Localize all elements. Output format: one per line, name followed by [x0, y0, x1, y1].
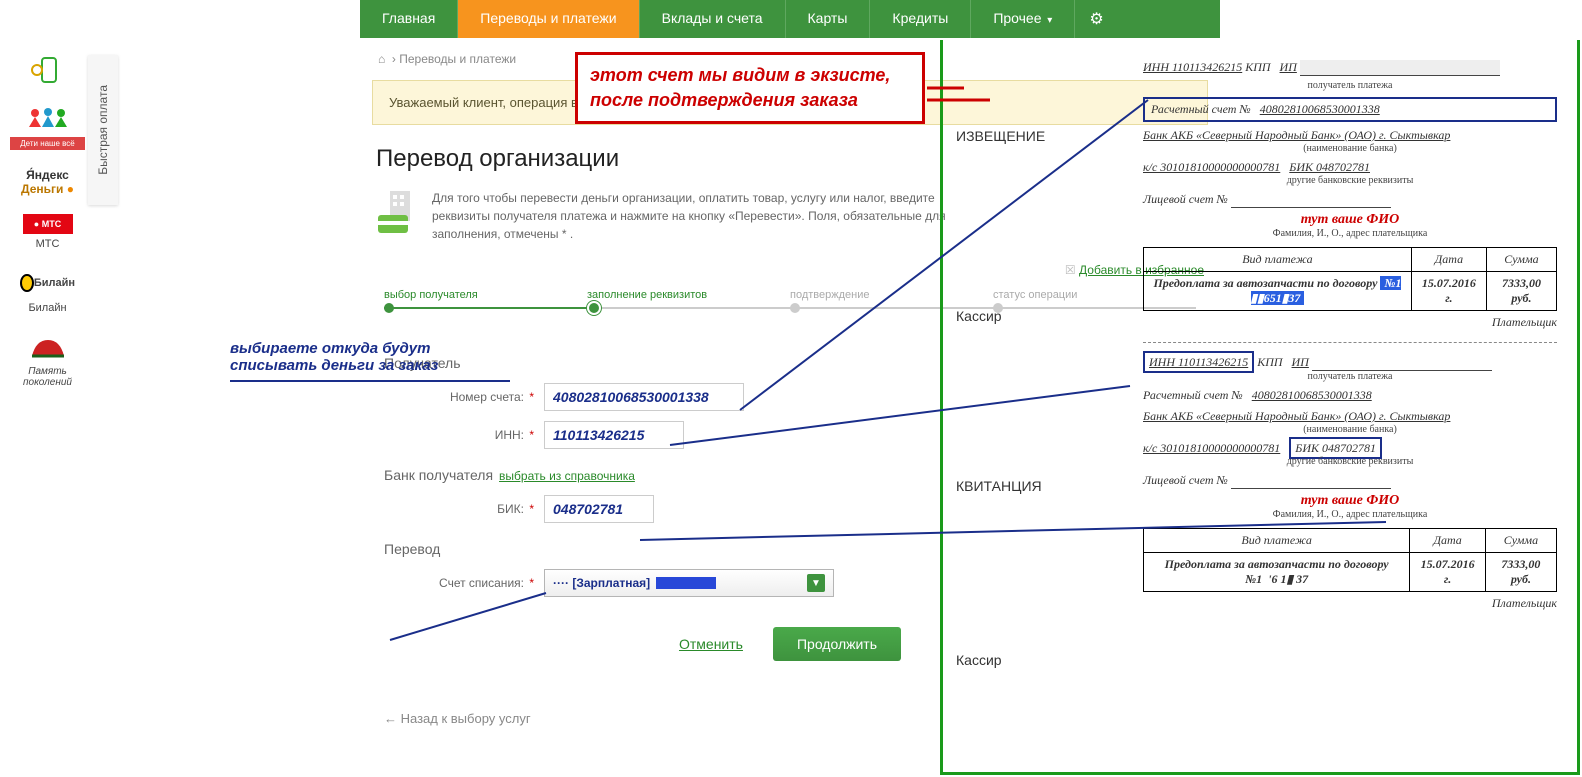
nav-credits[interactable]: Кредиты [870, 0, 971, 38]
receipt-table-1: Вид платежаДатаСумма Предоплата за автоз… [1143, 247, 1557, 311]
sidebar-yandex-money[interactable]: Я́ндексДеньги ● [10, 168, 85, 196]
sidebar-phone[interactable] [10, 55, 85, 85]
debit-label: Счет списания: * [384, 576, 544, 590]
building-card-icon [376, 189, 416, 233]
inn-input[interactable] [544, 421, 684, 449]
inn-label: ИНН: * [384, 428, 544, 442]
chevron-down-icon: ▾ [1045, 15, 1053, 26]
account-label: Номер счета: * [384, 390, 544, 404]
nav-main[interactable]: Главная [360, 0, 458, 38]
sidebar-family[interactable]: Дети наше всё [10, 103, 85, 150]
nav-transfers[interactable]: Переводы и платежи [458, 0, 639, 38]
nav-other[interactable]: Прочее ▾ [971, 0, 1075, 38]
nav-cards[interactable]: Карты [786, 0, 871, 38]
continue-button[interactable]: Продолжить [773, 627, 901, 661]
bik-input[interactable] [544, 495, 654, 523]
quick-pay-tab[interactable]: Быстрая оплата [88, 55, 118, 205]
bank-directory-link[interactable]: выбрать из справочника [499, 469, 635, 483]
sidebar-memory[interactable]: Памятьпоколений [10, 332, 85, 388]
breadcrumb-home[interactable]: ⌂ [378, 52, 385, 66]
intro-text: Для того чтобы перевести деньги организа… [432, 189, 952, 243]
annotation-red-box: этот счет мы видим в экзисте, после подт… [575, 52, 925, 124]
step-2[interactable]: заполнение реквизитов [587, 289, 790, 309]
gear-icon[interactable]: ⚙ [1075, 0, 1117, 38]
breadcrumb-current: Переводы и платежи [399, 52, 516, 66]
receipt-panel: ИНН 110113426215 КПП ИП получатель плате… [940, 40, 1580, 775]
debit-account-select[interactable]: ···· [Зарплатная] ▼ [544, 569, 834, 597]
account-input[interactable] [544, 383, 744, 411]
sidebar-beeline[interactable]: БилайнБилайн [10, 268, 85, 314]
receipt-table-2: Вид платежаДатаСумма Предоплата за автоз… [1143, 528, 1557, 592]
cancel-button[interactable]: Отменить [679, 636, 743, 652]
nav-deposits[interactable]: Вклады и счета [640, 0, 786, 38]
chevron-down-icon: ▼ [807, 574, 825, 592]
main-navbar: Главная Переводы и платежи Вклады и счет… [360, 0, 1220, 38]
bik-label: БИК: * [384, 502, 544, 516]
sidebar: Дети наше всё Я́ндексДеньги ● ● МТСМТС Б… [10, 55, 85, 406]
annotation-debit-hint: выбираете откуда будут списывать деньги … [230, 340, 510, 382]
sidebar-mts[interactable]: ● МТСМТС [10, 214, 85, 250]
step-1[interactable]: выбор получателя [384, 289, 587, 309]
